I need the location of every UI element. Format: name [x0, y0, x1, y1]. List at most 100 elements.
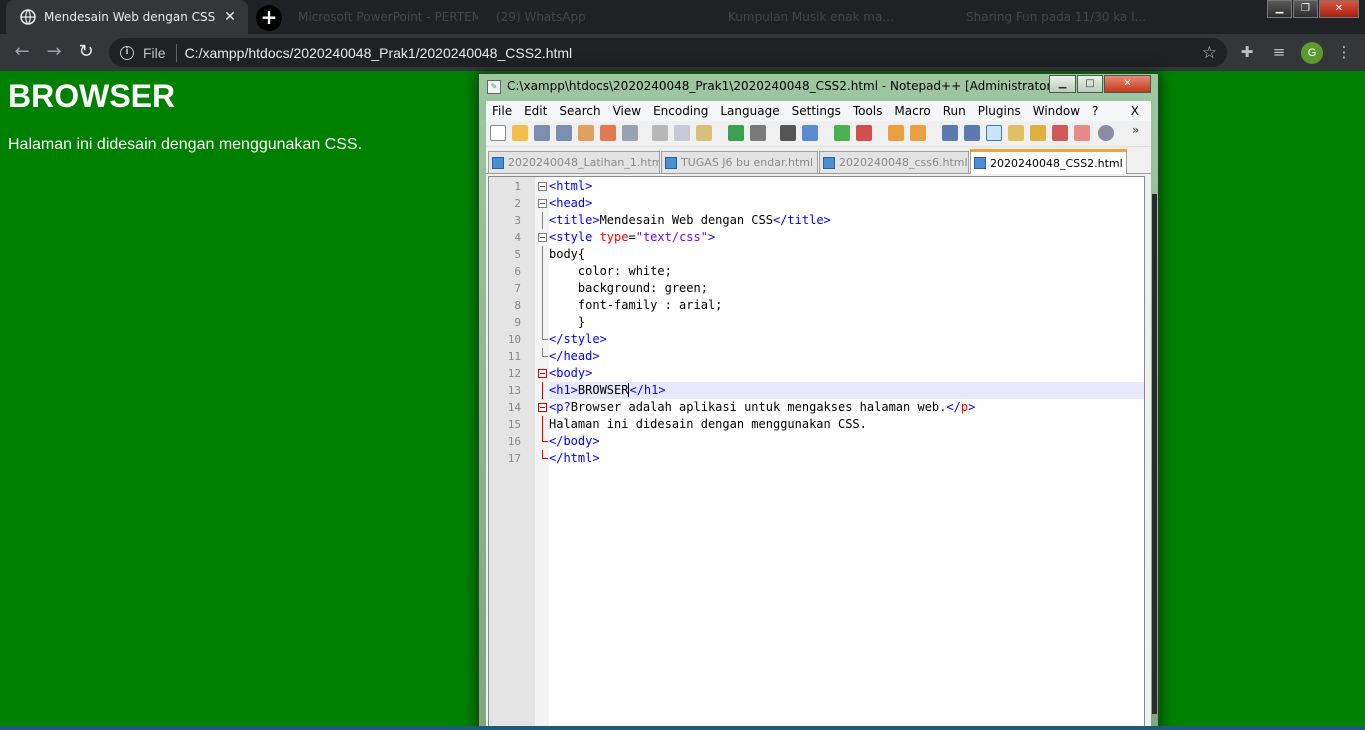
save-all-icon[interactable] [556, 125, 572, 141]
user-language-icon[interactable] [1008, 125, 1024, 141]
toolbar-overflow-icon[interactable]: » [1132, 123, 1139, 137]
sync-vertical-icon[interactable] [888, 125, 904, 141]
close-window-button[interactable]: ✕ [1319, 0, 1359, 18]
media-control-icon[interactable]: ≡ [1269, 43, 1289, 61]
copy-icon[interactable] [674, 125, 690, 141]
code-token: </html> [549, 451, 600, 465]
code-line: 5 body{ [514, 246, 1144, 263]
back-button[interactable]: ← [10, 41, 34, 65]
replace-icon[interactable] [802, 125, 818, 141]
menu-run[interactable]: Run [937, 104, 972, 118]
profile-avatar[interactable]: G [1301, 42, 1323, 64]
open-file-icon[interactable] [512, 125, 528, 141]
code-token: </head> [549, 349, 600, 363]
menu-settings[interactable]: Settings [786, 104, 847, 118]
fold-toggle-icon[interactable] [538, 182, 547, 191]
indent-guide-icon[interactable] [986, 125, 1002, 141]
menu-language[interactable]: Language [714, 104, 785, 118]
line-number: 11 [507, 350, 521, 363]
menu-edit[interactable]: Edit [518, 104, 553, 118]
notepadpp-title-bar[interactable]: ✎ C:\xampp\htdocs\2020240048_Prak1\20202… [479, 74, 1158, 100]
code-line: 8 font-family : arial; [514, 297, 1144, 314]
doc-tab-css6[interactable]: 2020240048_css6.html ✕ [819, 151, 969, 173]
close-all-icon[interactable] [600, 125, 616, 141]
menu-help[interactable]: ? [1086, 104, 1104, 118]
url-text[interactable]: C:/xampp/htdocs/2020240048_Prak1/2020240… [185, 45, 1202, 61]
close-window-button[interactable]: ✕ [1104, 75, 1151, 93]
menu-view[interactable]: View [607, 104, 647, 118]
close-tab-icon[interactable]: ✕ [220, 9, 240, 25]
file-icon [492, 156, 504, 169]
code-token: > [968, 400, 976, 414]
fold-toggle-icon[interactable] [538, 233, 547, 242]
redo-icon[interactable] [750, 125, 766, 141]
fold-toggle-icon[interactable] [538, 369, 547, 378]
line-number: 8 [514, 299, 521, 312]
menu-plugins[interactable]: Plugins [972, 104, 1027, 118]
menu-file[interactable]: File [486, 104, 518, 118]
zoom-in-icon[interactable] [834, 125, 850, 141]
line-number: 15 [507, 418, 521, 431]
browser-tab-sharing[interactable]: Sharing Fun pada 11/30 ka l... [956, 0, 1176, 34]
close-document-button[interactable]: X [1125, 104, 1145, 118]
maximize-button[interactable]: □ [1077, 75, 1103, 93]
document-map-icon[interactable] [1030, 125, 1046, 141]
monitoring-eye-icon[interactable] [1098, 125, 1114, 141]
menu-window[interactable]: Window [1027, 104, 1086, 118]
folder-workspace-icon[interactable] [1074, 125, 1090, 141]
notepadpp-window-title: C:\xampp\htdocs\2020240048_Prak1\2020240… [507, 79, 1057, 93]
new-tab-button[interactable]: + [256, 5, 282, 31]
code-text-area[interactable]: 1 <html> 2 <head> 3 <title>Mendesain Web de… [508, 178, 1144, 467]
close-tab-icon[interactable]: ✕ [817, 157, 818, 169]
fold-toggle-icon[interactable] [538, 199, 547, 208]
word-wrap-icon[interactable] [942, 125, 958, 141]
paste-icon[interactable] [696, 125, 712, 141]
find-icon[interactable] [780, 125, 796, 141]
code-token: type [599, 230, 629, 244]
menu-tools[interactable]: Tools [847, 104, 889, 118]
line-number: 12 [507, 367, 521, 380]
chrome-menu-icon[interactable]: ⋮ [1334, 43, 1354, 61]
fold-line [542, 246, 543, 263]
new-file-icon[interactable] [490, 125, 506, 141]
close-file-icon[interactable] [578, 125, 594, 141]
menu-macro[interactable]: Macro [888, 104, 936, 118]
show-all-characters-icon[interactable] [964, 125, 980, 141]
forward-button[interactable]: → [42, 41, 66, 65]
reload-button[interactable]: ↻ [74, 41, 98, 65]
code-line: 16 </body> [508, 433, 1144, 450]
info-icon[interactable]: i [120, 45, 134, 60]
bookmark-star-icon[interactable]: ☆ [1202, 43, 1217, 63]
cut-icon[interactable] [652, 125, 668, 141]
fold-toggle-icon[interactable] [538, 403, 547, 412]
zoom-out-icon[interactable] [856, 125, 872, 141]
code-line: 9 } [514, 314, 1144, 331]
browser-tab-music[interactable]: Kumpulan Musik enak ma... [718, 0, 948, 34]
restore-button[interactable]: ❐ [1293, 0, 1318, 18]
sync-horizontal-icon[interactable] [910, 125, 926, 141]
menu-search[interactable]: Search [553, 104, 606, 118]
browser-tab-title: Kumpulan Musik enak ma... [728, 10, 894, 24]
minimize-button[interactable]: ▁ [1049, 75, 1076, 93]
extensions-icon[interactable]: ✚ [1237, 43, 1257, 61]
undo-icon[interactable] [728, 125, 744, 141]
function-list-icon[interactable] [1052, 125, 1068, 141]
code-editor[interactable]: 1 <html> 2 <head> 3 <title>Mendesain Web de… [488, 176, 1145, 730]
browser-tab-whatsapp[interactable]: (29) WhatsApp [486, 0, 686, 34]
line-number: 10 [507, 333, 521, 346]
doc-tab-css2[interactable]: 2020240048_CSS2.html ✕ [970, 149, 1127, 174]
menu-encoding[interactable]: Encoding [647, 104, 714, 118]
browser-tab-active[interactable]: Mendesain Web dengan CSS ✕ [6, 0, 248, 34]
code-token: color: white; [549, 264, 672, 278]
doc-tab-tugas[interactable]: TUGAS J6 bu endar.html ✕ [661, 151, 818, 173]
browser-tab-powerpoint[interactable]: Microsoft PowerPoint - PERTEM... [288, 0, 478, 34]
print-icon[interactable] [622, 125, 638, 141]
address-bar[interactable]: i File C:/xampp/htdocs/2020240048_Prak1/… [109, 38, 1227, 67]
code-line: 7 background: green; [514, 280, 1144, 297]
save-icon[interactable] [534, 125, 550, 141]
doc-tab-latihan[interactable]: 2020240048_Latihan_1.html ✕ [488, 151, 660, 173]
doc-tab-label: 2020240048_Latihan_1.html [508, 156, 660, 169]
code-token: <h1> [549, 383, 578, 397]
minimize-button[interactable]: ▁ [1267, 0, 1292, 18]
scheme-label: File [143, 44, 166, 61]
